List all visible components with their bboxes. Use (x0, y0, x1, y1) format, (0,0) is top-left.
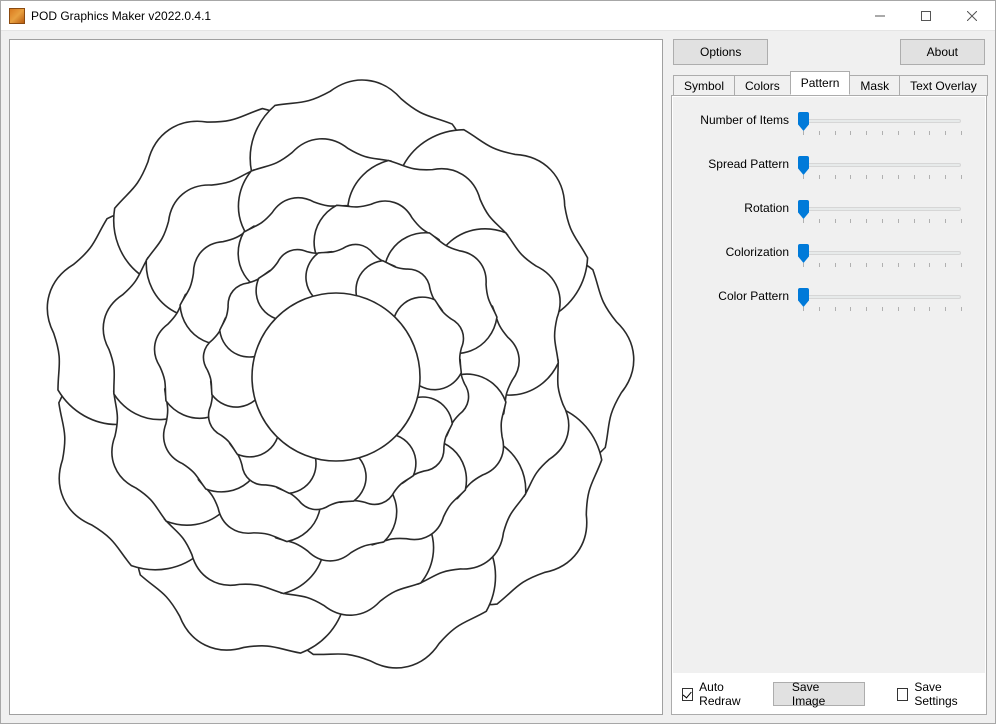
tabstrip: SymbolColorsPatternMaskText Overlay (671, 73, 987, 95)
slider-label: Colorization (683, 243, 799, 259)
tab-mask[interactable]: Mask (849, 75, 900, 96)
maximize-button[interactable] (903, 1, 949, 31)
auto-redraw-label: Auto Redraw (699, 680, 757, 708)
canvas (16, 46, 656, 708)
save-image-button[interactable]: Save Image (773, 682, 865, 706)
bottom-row: Auto Redraw Save Image Save Settings (672, 674, 986, 714)
slider-row-spreadPattern: Spread Pattern (683, 155, 975, 199)
about-button[interactable]: About (900, 39, 985, 65)
tab-textoverlay[interactable]: Text Overlay (899, 75, 988, 96)
slider-row-rotation: Rotation (683, 199, 975, 243)
canvas-frame (9, 39, 663, 715)
slider-label: Number of Items (683, 111, 799, 127)
close-icon (967, 11, 977, 21)
slider-label: Rotation (683, 199, 799, 215)
top-button-row: Options About (671, 39, 987, 65)
save-settings-checkbox[interactable]: Save Settings (897, 680, 976, 708)
canvas-panel (9, 39, 663, 715)
window-title: POD Graphics Maker v2022.0.4.1 (31, 9, 211, 23)
slider-row-colorization: Colorization (683, 243, 975, 287)
tab-symbol[interactable]: Symbol (673, 75, 735, 96)
slider-label: Spread Pattern (683, 155, 799, 171)
client-area: Options About SymbolColorsPatternMaskTex… (1, 31, 995, 723)
slider-spreadPattern[interactable] (799, 159, 965, 189)
save-settings-label: Save Settings (914, 680, 976, 708)
auto-redraw-checkbox[interactable]: Auto Redraw (682, 680, 757, 708)
controls-panel: Options About SymbolColorsPatternMaskTex… (671, 39, 987, 715)
tabpanel: Number of Items Spread Pattern Rotation Col… (671, 95, 987, 715)
titlebar: POD Graphics Maker v2022.0.4.1 (1, 1, 995, 31)
minimize-icon (875, 11, 885, 21)
close-button[interactable] (949, 1, 995, 31)
slider-row-numberOfItems: Number of Items (683, 111, 975, 155)
slider-colorization[interactable] (799, 247, 965, 277)
options-button[interactable]: Options (673, 39, 768, 65)
pattern-panel: Number of Items Spread Pattern Rotation Col… (673, 97, 985, 673)
tab-pattern[interactable]: Pattern (790, 71, 851, 95)
slider-colorPattern[interactable] (799, 291, 965, 321)
slider-row-colorPattern: Color Pattern (683, 287, 975, 331)
minimize-button[interactable] (857, 1, 903, 31)
tab-control: SymbolColorsPatternMaskText Overlay Numb… (671, 73, 987, 715)
slider-rotation[interactable] (799, 203, 965, 233)
checkbox-icon (897, 688, 908, 701)
checkbox-icon (682, 688, 693, 701)
slider-numberOfItems[interactable] (799, 115, 965, 145)
tab-colors[interactable]: Colors (734, 75, 791, 96)
slider-label: Color Pattern (683, 287, 799, 303)
app-icon (9, 8, 25, 24)
maximize-icon (921, 11, 931, 21)
preview-image (16, 57, 656, 697)
app-window: POD Graphics Maker v2022.0.4.1 (0, 0, 996, 724)
